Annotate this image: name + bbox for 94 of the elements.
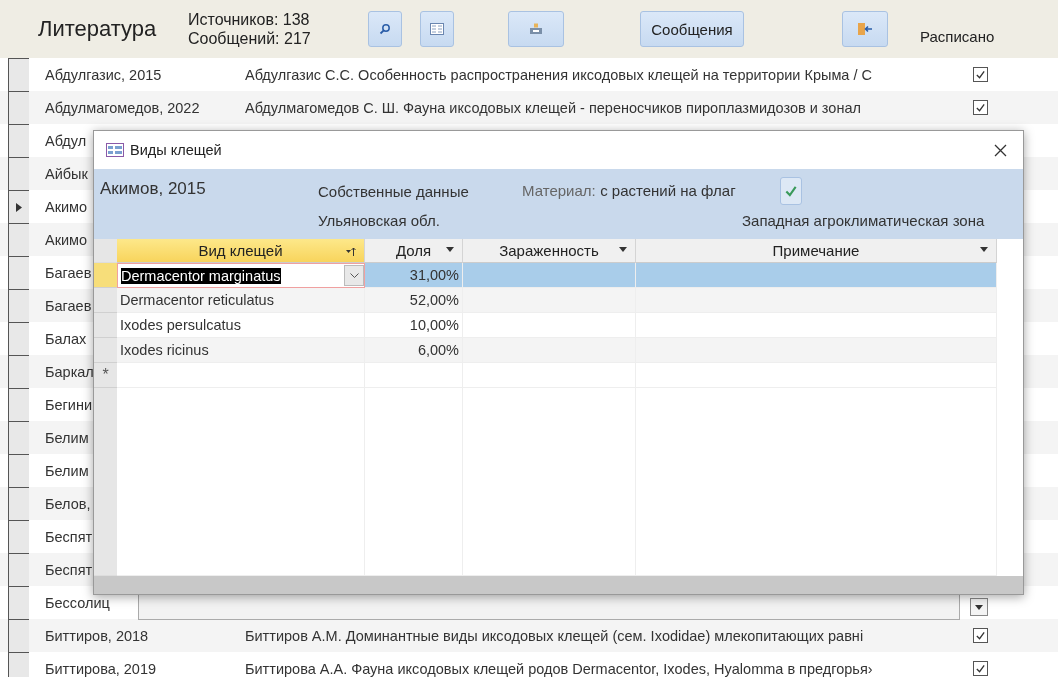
scheduled-checkbox[interactable]: [973, 661, 988, 676]
form-icon: [430, 23, 444, 35]
tray-icon: [529, 23, 543, 35]
share-cell: 52,00%: [365, 288, 463, 313]
record-selector[interactable]: [8, 322, 29, 355]
record-selector[interactable]: [8, 421, 29, 454]
record-selector[interactable]: [8, 388, 29, 421]
species-combo[interactable]: Dermacentor marginatus: [117, 263, 365, 288]
check-icon: [975, 69, 986, 80]
share-cell: 31,00%: [365, 263, 463, 288]
description-cell-text: Абдулгазис С.С. Особенность распространения иксодовых клещей на территории Крыма / С: [245, 66, 873, 83]
author-cell: Бегини: [45, 396, 93, 413]
record-selector[interactable]: [8, 586, 29, 619]
confirm-button[interactable]: [779, 177, 802, 205]
column-label: Расписано: [920, 27, 995, 45]
record-selector[interactable]: [8, 652, 29, 677]
author-cell: Айбык: [45, 165, 88, 182]
record-selector[interactable]: [8, 487, 29, 520]
record-selector[interactable]: [8, 454, 29, 487]
share-cell: 10,00%: [365, 313, 463, 338]
author-cell: Багаев: [45, 264, 92, 281]
source-label: Акимов, 2015: [100, 178, 207, 199]
column-header[interactable]: Вид клещей: [117, 239, 365, 263]
share-cell: 6,00%: [365, 338, 463, 363]
species-cell: Ixodes persulcatus: [117, 313, 365, 338]
record-selector[interactable]: [8, 355, 29, 388]
author-cell: Акимо: [45, 198, 88, 215]
record-selector[interactable]: [8, 157, 29, 190]
author-cell: Белим: [45, 429, 89, 446]
record-selector[interactable]: [8, 223, 29, 256]
record-selector[interactable]: [8, 190, 29, 223]
author-cell: Беспят: [45, 561, 93, 578]
scheduled-checkbox[interactable]: [973, 67, 988, 82]
current-record-icon: [16, 202, 22, 212]
description-cell-text: Биттиров А.М. Доминантные виды иксодовых клещей (сем. Ixodidae) млекопитающих равні: [245, 627, 865, 644]
scheduled-checkbox[interactable]: [973, 100, 988, 115]
door-arrow-icon: [857, 22, 873, 36]
region-label: Ульяновская обл.: [318, 211, 441, 229]
record-selector[interactable]: [8, 619, 29, 652]
record-selector[interactable]: [8, 256, 29, 289]
zone-label: Западная агроклиматическая зона: [742, 211, 986, 229]
column-header[interactable]: Зараженность: [463, 239, 636, 263]
sort-icon: [346, 247, 356, 256]
author-cell-text: Абдулмагомедов, 2022: [45, 99, 201, 116]
form-icon: [106, 143, 124, 157]
description-cell-text: Абдулмагомедов С. Ш. Фауна иксодовых клещей - переносчиков пироплазмидозов и зонал: [245, 99, 862, 116]
author-cell: Балах: [45, 330, 87, 347]
author-cell: Белов,: [45, 495, 91, 512]
description-cell-text: Биттирова А.А. Фауна иксодовых клещей родов Dermacentor, Ixodes, Hyalomma в предгорья›: [245, 660, 874, 677]
author-cell: Баркал: [45, 363, 94, 380]
author-cell-text: Абдулгазис, 2015: [45, 66, 163, 83]
caret-icon: [980, 247, 988, 252]
scheduled-checkbox[interactable]: [973, 628, 988, 643]
material-value: с растений на флаг: [600, 182, 736, 199]
count-label: Источников: 138: [188, 10, 311, 29]
dialog-title: Виды клещей: [130, 142, 223, 158]
author-cell: Абдул: [45, 132, 87, 149]
archive-button[interactable]: [508, 11, 564, 47]
data-type-label: Собственные данные: [318, 182, 470, 200]
species-cell: Dermacentor reticulatus: [117, 288, 365, 313]
column-header[interactable]: Доля: [365, 239, 463, 263]
new-row-marker: *: [94, 363, 117, 388]
author-cell: Белим: [45, 462, 89, 479]
record-selector[interactable]: [8, 58, 29, 91]
search-button[interactable]: [368, 11, 402, 47]
check-icon: [975, 102, 986, 113]
record-selector[interactable]: [8, 520, 29, 553]
author-cell: Бессолиц: [45, 594, 110, 611]
material-label: Материал:: [522, 182, 596, 199]
form-button[interactable]: [420, 11, 454, 47]
column-header[interactable]: Примечание: [636, 239, 997, 263]
check-icon: [975, 630, 986, 641]
close-icon: [994, 143, 1007, 157]
caret-icon: [619, 247, 627, 252]
messages-button[interactable]: Сообщения: [640, 11, 744, 47]
author-cell-text: Биттиров, 2018: [45, 627, 150, 644]
species-cell: Ixodes ricinus: [117, 338, 365, 363]
record-selector[interactable]: [8, 124, 29, 157]
count-label: Сообщений: 217: [188, 29, 312, 48]
check-icon: [783, 184, 798, 198]
author-cell-text: Биттирова, 2019: [45, 660, 158, 677]
record-selector[interactable]: [8, 553, 29, 586]
dropdown-button[interactable]: [970, 598, 988, 616]
chevron-icon: [349, 273, 359, 278]
search-icon: [379, 23, 391, 35]
check-icon: [975, 663, 986, 674]
caret-icon: [975, 604, 983, 610]
author-cell: Акимо: [45, 231, 88, 248]
author-cell: Беспят: [45, 528, 93, 545]
author-cell: Багаев: [45, 297, 92, 314]
record-selector[interactable]: [8, 91, 29, 124]
caret-icon: [446, 247, 454, 252]
record-selector[interactable]: [8, 289, 29, 322]
page-title: Литература: [38, 16, 158, 42]
